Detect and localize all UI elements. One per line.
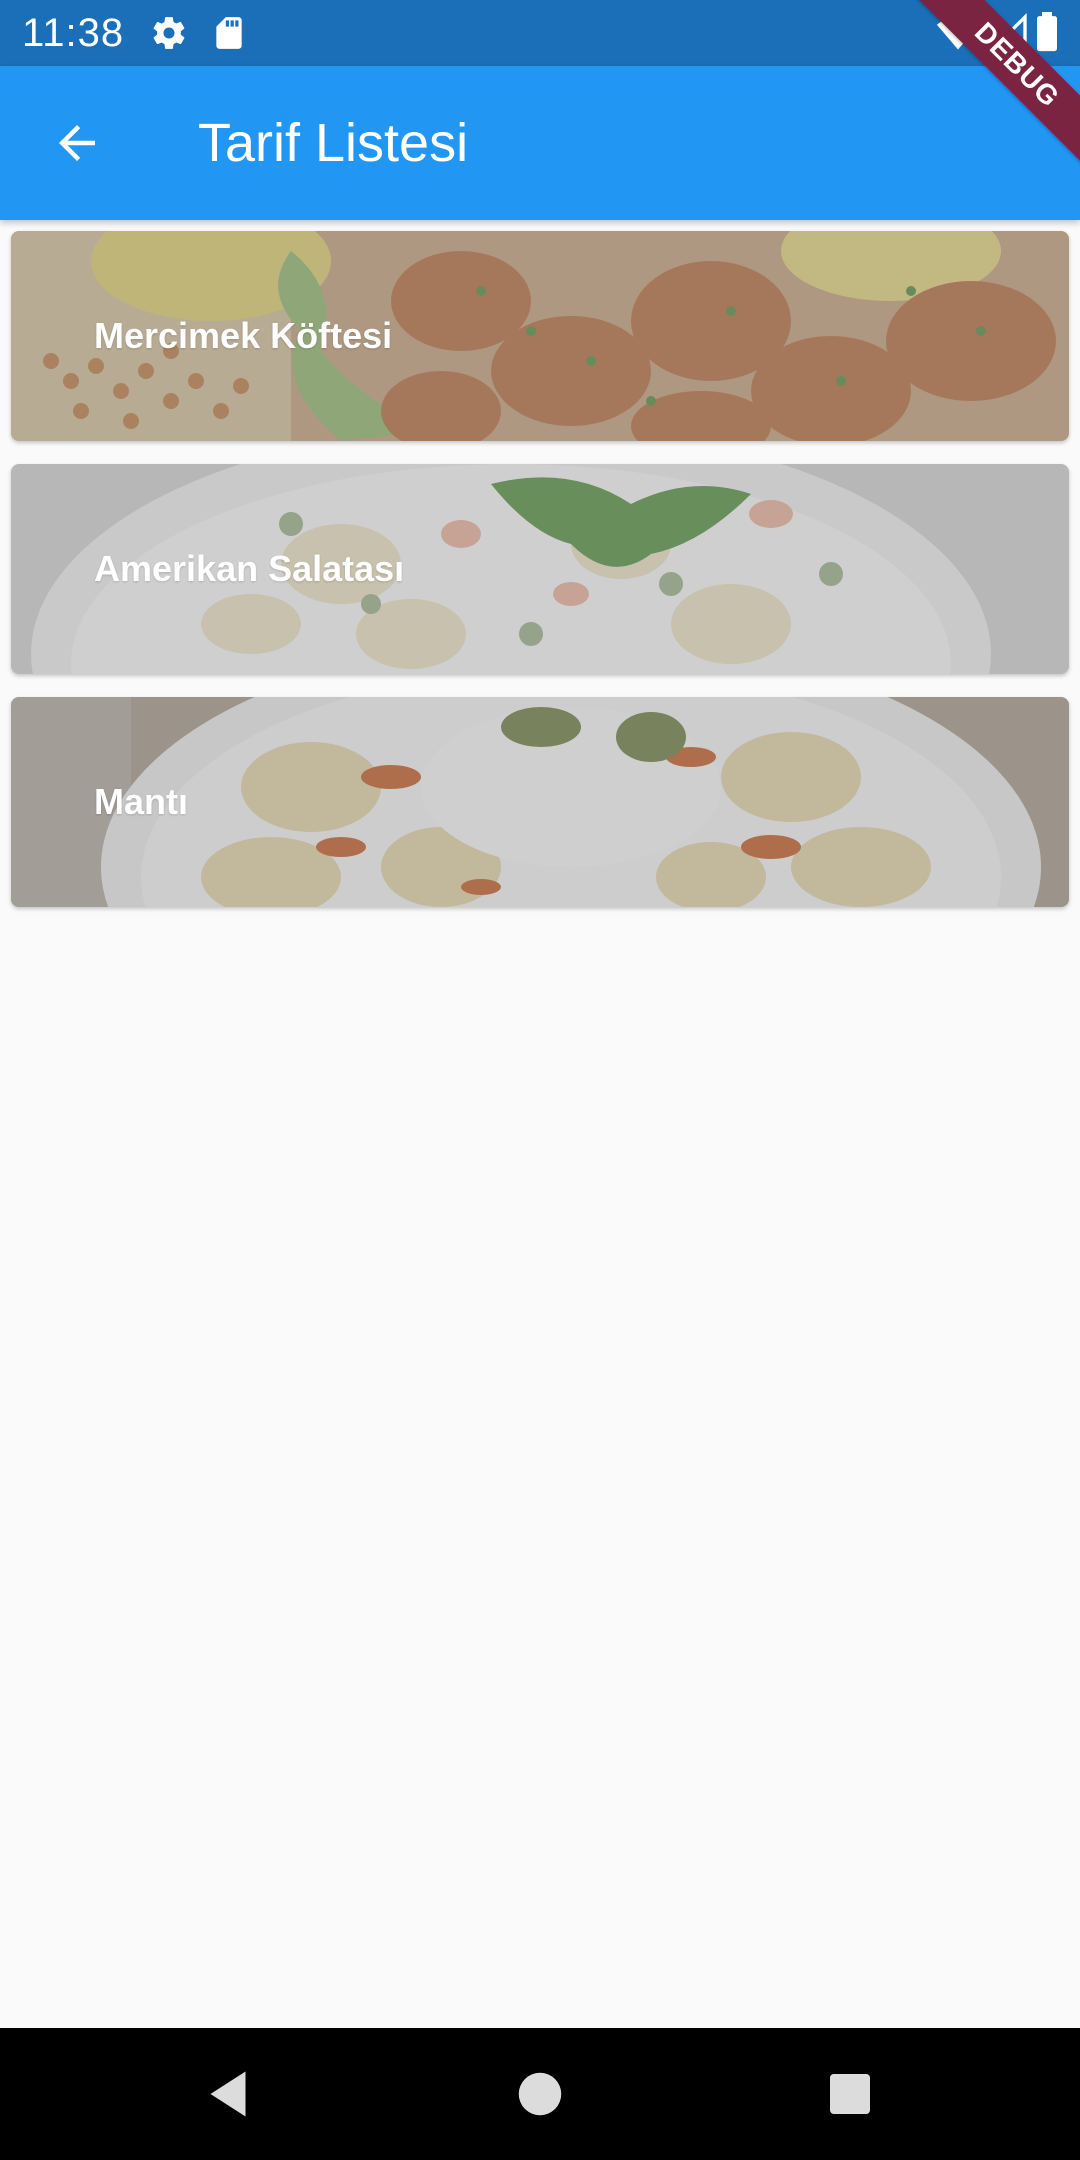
back-triangle-icon — [210, 2071, 246, 2117]
status-time: 11:38 — [22, 11, 125, 55]
system-nav-bar — [0, 2028, 1080, 2160]
nav-home-button[interactable] — [510, 2064, 570, 2124]
cell-signal-icon — [990, 12, 1030, 52]
back-button[interactable] — [38, 104, 116, 182]
recipe-title: Amerikan Salatası — [94, 548, 405, 589]
page-title: Tarif Listesi — [198, 113, 469, 173]
sd-card-icon — [210, 14, 248, 52]
recipe-title: Mantı — [94, 781, 188, 822]
recipe-card-amerikan-salatasi[interactable]: Amerikan Salatası — [11, 464, 1069, 674]
nav-back-button[interactable] — [198, 2064, 258, 2124]
recents-square-icon — [830, 2074, 870, 2114]
recipe-title: Mercimek Köftesi — [94, 315, 393, 356]
recipe-card-manti[interactable]: Mantı — [11, 697, 1069, 907]
status-bar: 11:38 — [0, 0, 1080, 66]
wifi-icon — [936, 11, 980, 55]
screen: 11:38 DEBUG Tarif Listesi Mercimek Köfte… — [0, 0, 1080, 2160]
gear-icon — [150, 14, 188, 52]
home-circle-icon — [518, 2072, 562, 2116]
recipe-card-mercimek-koftesi[interactable]: Mercimek Köftesi — [11, 231, 1069, 441]
recipe-list: Mercimek Köftesi Amerikan Salatası Mantı — [11, 231, 1069, 930]
battery-icon — [1030, 12, 1064, 52]
nav-recents-button[interactable] — [820, 2064, 880, 2124]
app-bar: Tarif Listesi — [0, 66, 1080, 220]
arrow-back-icon — [59, 125, 95, 161]
